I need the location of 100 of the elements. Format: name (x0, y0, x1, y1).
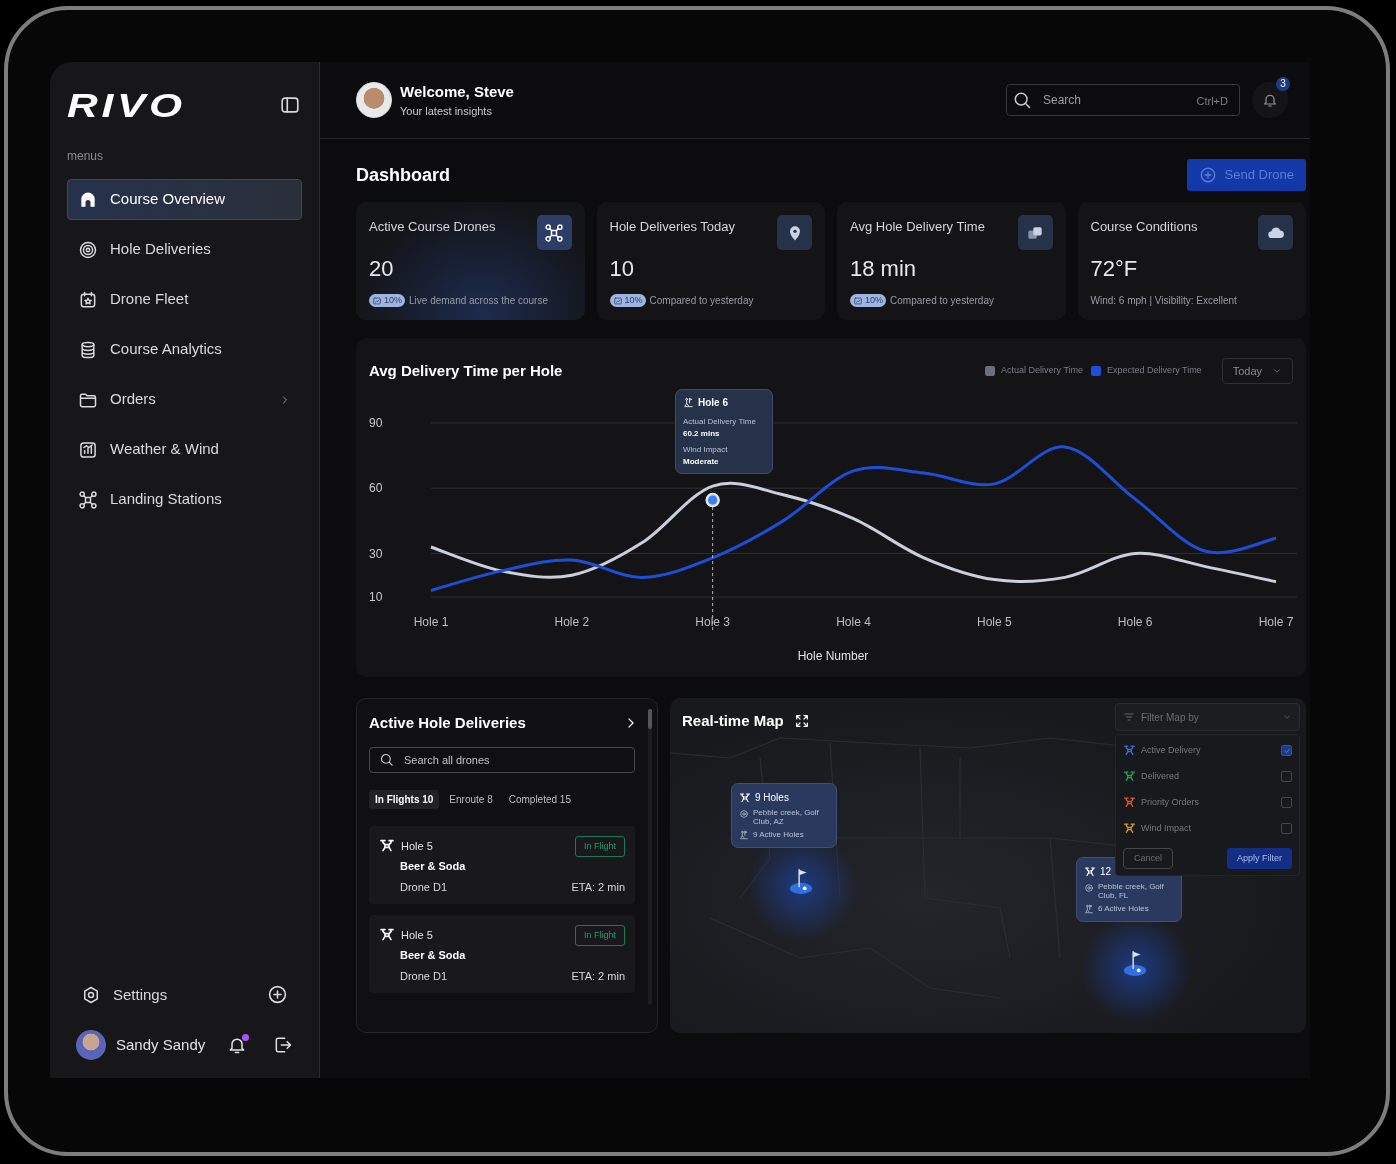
stat-caption: Compared to yesterday (649, 294, 754, 308)
popup-location: Pebble creek, Golf Club, FL (1098, 882, 1165, 900)
section-label: menus (67, 148, 105, 165)
x-axis-title: Hole Number (797, 649, 869, 663)
tooltip-title: Hole 6 (698, 396, 728, 410)
filter-option[interactable]: Wind Impact (1123, 819, 1292, 838)
drone-icon (78, 489, 98, 510)
nav-item[interactable]: Weather & Wind (67, 429, 302, 470)
location-icon (1084, 883, 1094, 893)
nav-item[interactable]: Hole Deliveries (67, 229, 302, 270)
tooltip-value: Moderate (683, 456, 720, 468)
nav-item[interactable]: Course Overview (67, 179, 302, 220)
legend-label: Actual Delivery Time (1001, 364, 1084, 378)
checkbox[interactable] (1281, 797, 1292, 808)
data-point-marker (705, 492, 720, 508)
chart-icon (853, 295, 863, 306)
welcome-subtitle: Your latest insights (400, 104, 493, 119)
stat-caption: Live demand across the course (409, 294, 548, 308)
legend-swatch (985, 366, 996, 376)
drone-icon (544, 222, 564, 243)
delivery-card[interactable]: Hole 5 In Flight Beer & Soda Drone D1 ETA: 2 min (369, 914, 635, 993)
caret-icon (1272, 366, 1282, 376)
drone-name: Drone D1 (400, 880, 448, 895)
tooltip-label: Wind Impact (683, 444, 729, 456)
panel-title: Active Hole Deliveries (369, 713, 526, 733)
checkbox[interactable] (1281, 745, 1292, 756)
popup-title: 9 Holes (755, 791, 789, 805)
filter-tab[interactable]: In Flights 10 (369, 789, 440, 809)
y-tick-label: 10 (369, 590, 383, 604)
expand-icon[interactable] (793, 713, 810, 730)
avatar (356, 82, 392, 118)
filter-option[interactable]: Delivered (1123, 767, 1292, 786)
search-field[interactable]: Search all drones (369, 746, 635, 773)
status-badge: In Flight (575, 835, 625, 857)
drone-icon (1084, 865, 1096, 878)
stat-caption: Wind: 6 mph | Visibility: Excellent (1090, 294, 1237, 308)
legend-label: Expected Delivery Time (1107, 364, 1202, 378)
stat-caption: Compared to yesterday (890, 294, 994, 308)
bell-icon (1262, 92, 1278, 108)
filter-icon (1123, 711, 1135, 723)
stat-title: Active Course Drones (369, 218, 496, 236)
hole-label: Hole 5 (401, 838, 433, 854)
database-icon (78, 339, 98, 360)
filter-option[interactable]: Active Delivery (1123, 741, 1292, 760)
page-title: Dashboard (356, 163, 451, 187)
golfer-icon (1084, 904, 1094, 914)
location-icon (739, 809, 749, 819)
nav-item[interactable]: Course Analytics (67, 329, 302, 370)
nav-item[interactable]: Drone Fleet (67, 279, 302, 320)
percent-badge: 10% (369, 294, 405, 307)
drone-icon (379, 838, 395, 854)
eta-text: ETA: 2 min (571, 880, 625, 895)
y-tick-label: 90 (369, 416, 383, 430)
nav-item[interactable]: Landing Stations (67, 479, 302, 520)
caret-icon (1282, 712, 1292, 722)
notification-button[interactable] (227, 1035, 247, 1055)
percent-badge: 10% (850, 294, 886, 307)
checkbox[interactable] (1281, 771, 1292, 782)
y-tick-label: 60 (369, 481, 383, 496)
filter-tab[interactable]: Enroute 8 (443, 789, 499, 809)
golf-flag-icon (787, 866, 815, 894)
golfer-icon (739, 830, 749, 840)
avatar (76, 1030, 106, 1060)
chart-icon (78, 439, 98, 460)
search-icon (1012, 90, 1032, 110)
checkbox[interactable] (1281, 823, 1292, 834)
x-tick-label: Hole 7 (1258, 615, 1294, 629)
tooltip-label: Actual Delivery Time (683, 416, 757, 428)
golf-flag-icon (1121, 948, 1149, 976)
location-popup[interactable]: 9 Holes Pebble creek, Golf Club, AZ 9 Active Holes (731, 783, 837, 848)
stat-title: Course Conditions (1090, 218, 1198, 236)
percent-badge: 10% (609, 294, 646, 307)
logo: RIVO (67, 88, 186, 122)
shortcut-hint: Ctrl+D (1196, 94, 1228, 109)
filter-tab[interactable]: Completed 15 (502, 789, 577, 809)
stat-value: 18 min (850, 255, 918, 283)
cancel-button[interactable]: Cancel (1123, 848, 1173, 869)
gear-icon (81, 984, 101, 1005)
scrollbar-thumb[interactable] (648, 709, 652, 729)
check-icon (1282, 746, 1291, 755)
settings-link[interactable]: Settings (81, 983, 168, 1006)
apply-filter-button[interactable]: Apply Filter (1227, 848, 1292, 869)
stat-title: Hole Deliveries Today (609, 218, 735, 236)
popup-title: 12 (1100, 865, 1112, 879)
stat-title: Avg Hole Delivery Time (850, 218, 985, 236)
notification-count: 3 (1276, 77, 1290, 91)
welcome-title: Welcome, Steve (400, 81, 515, 102)
popup-holes: 9 Active Holes (753, 829, 804, 841)
filter-option[interactable]: Priority Orders (1123, 793, 1292, 812)
drone-icon (739, 791, 751, 804)
logout-icon[interactable] (273, 1035, 293, 1055)
nav-item[interactable]: Orders (67, 379, 302, 420)
period-dropdown[interactable]: Today (1221, 358, 1293, 384)
delivery-card[interactable]: Hole 5 In Flight Beer & Soda Drone D1 ETA: 2 min (369, 825, 635, 904)
add-icon[interactable] (267, 984, 288, 1006)
legend-swatch (1091, 366, 1102, 376)
popup-location: Pebble creek, Golf Club, AZ (753, 808, 820, 826)
panel-title: Real-time Map (682, 711, 784, 731)
y-tick-label: 30 (369, 546, 383, 561)
chart-icon (372, 295, 382, 306)
